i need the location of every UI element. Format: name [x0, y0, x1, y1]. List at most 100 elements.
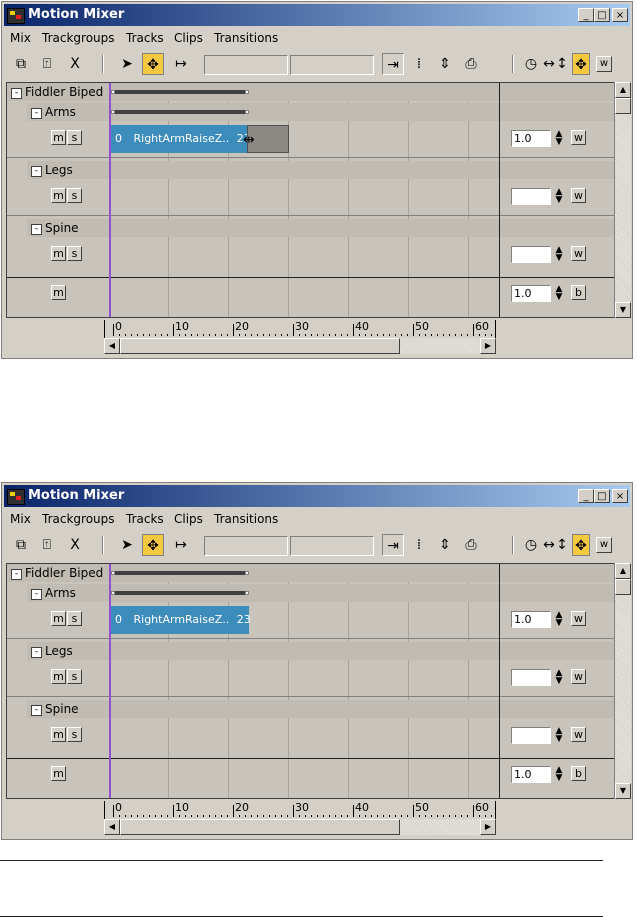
weight-toggle-button[interactable]: w: [596, 56, 612, 72]
range-handle[interactable]: [245, 110, 249, 114]
scroll-thumb[interactable]: [120, 819, 400, 835]
range-handle[interactable]: [245, 571, 249, 575]
mute-button[interactable]: m: [51, 130, 66, 145]
pan-vertical-icon[interactable]: ↕: [556, 534, 568, 556]
delete-button[interactable]: X: [64, 53, 86, 75]
vertical-scrollbar[interactable]: ▲ ▼: [614, 82, 631, 318]
maximize-button[interactable]: □: [594, 8, 610, 22]
scroll-left-icon[interactable]: ◀: [104, 819, 120, 835]
vertical-scrollbar[interactable]: ▲ ▼: [614, 563, 631, 799]
collapse-toggle[interactable]: -: [31, 224, 42, 235]
scroll-down-icon[interactable]: ▼: [615, 783, 631, 799]
weight-field[interactable]: 1.0: [511, 130, 551, 147]
weight-curve-button[interactable]: w: [571, 611, 586, 626]
menu-mix[interactable]: Mix: [10, 512, 31, 526]
weight-field[interactable]: [511, 246, 551, 263]
select-arrow-icon[interactable]: ➤: [116, 53, 138, 75]
minimize-button[interactable]: _: [578, 8, 594, 22]
weight-field[interactable]: 1.0: [511, 611, 551, 628]
zoom-vertical-icon[interactable]: ⇕: [434, 53, 456, 75]
weight-curve-button[interactable]: w: [571, 669, 586, 684]
print-icon[interactable]: ⎙: [460, 53, 482, 75]
collapse-toggle[interactable]: -: [31, 705, 42, 716]
mute-button[interactable]: m: [51, 285, 66, 300]
title-bar[interactable]: Motion Mixer _ □ ×: [4, 485, 630, 507]
time-ruler[interactable]: 0 10 20 30 40 50 60: [104, 320, 496, 340]
menu-trackgroups[interactable]: Trackgroups: [42, 512, 115, 526]
weight-toggle-button[interactable]: w: [596, 537, 612, 553]
range-handle[interactable]: [111, 90, 115, 94]
weight-spinner[interactable]: ▲ ▼: [553, 766, 565, 783]
weight-spinner[interactable]: ▲ ▼: [553, 669, 565, 686]
select-arrow-icon[interactable]: ➤: [116, 534, 138, 556]
range-handle[interactable]: [111, 110, 115, 114]
zoom-vertical-icon[interactable]: ⇕: [434, 534, 456, 556]
clip-right-arm-raise[interactable]: 0 RightArmRaiseZ.. 23: [111, 606, 251, 634]
solo-button[interactable]: s: [67, 669, 82, 684]
scroll-down-icon[interactable]: ▼: [615, 302, 631, 318]
scroll-thumb[interactable]: [615, 98, 631, 114]
time-slider-line[interactable]: [109, 83, 111, 317]
zoom-extents-icon[interactable]: ⁞: [408, 53, 430, 75]
scale-time-icon[interactable]: ↦: [170, 53, 192, 75]
balance-button[interactable]: b: [571, 285, 586, 300]
print-icon[interactable]: ⎙: [460, 534, 482, 556]
menu-trackgroups[interactable]: Trackgroups: [42, 31, 115, 45]
time-ruler[interactable]: 0 10 20 30 40 50 60: [104, 801, 496, 821]
collapse-toggle[interactable]: -: [31, 589, 42, 600]
weight-curve-button[interactable]: w: [571, 130, 586, 145]
solo-button[interactable]: s: [67, 246, 82, 261]
menu-clips[interactable]: Clips: [174, 31, 203, 45]
biped-icon[interactable]: ⍐: [36, 534, 58, 556]
maximize-button[interactable]: □: [594, 489, 610, 503]
menu-tracks[interactable]: Tracks: [126, 31, 164, 45]
range-handle[interactable]: [245, 90, 249, 94]
collapse-toggle[interactable]: -: [31, 166, 42, 177]
menu-transitions[interactable]: Transitions: [214, 512, 278, 526]
weight-curve-button[interactable]: w: [571, 727, 586, 742]
weight-spinner[interactable]: ▲ ▼: [553, 727, 565, 744]
horizontal-scrollbar[interactable]: ◀ ▶: [104, 338, 496, 354]
scroll-thumb[interactable]: [120, 338, 400, 354]
balance-button[interactable]: b: [571, 766, 586, 781]
scale-time-icon[interactable]: ↦: [170, 534, 192, 556]
move-icon[interactable]: ✥: [142, 534, 164, 556]
set-range-icon[interactable]: ⇥: [382, 53, 404, 75]
title-bar[interactable]: Motion Mixer _ □ ×: [4, 4, 630, 26]
solo-button[interactable]: s: [67, 611, 82, 626]
horizontal-scrollbar[interactable]: ◀ ▶: [104, 819, 496, 835]
weight-spinner[interactable]: ▲ ▼: [553, 188, 565, 205]
menu-tracks[interactable]: Tracks: [126, 512, 164, 526]
mute-button[interactable]: m: [51, 727, 66, 742]
weight-spinner[interactable]: ▲ ▼: [553, 246, 565, 263]
range-handle[interactable]: [111, 571, 115, 575]
collapse-toggle[interactable]: -: [31, 647, 42, 658]
frame-field[interactable]: [204, 536, 288, 556]
weight-field[interactable]: [511, 188, 551, 205]
collapse-toggle[interactable]: -: [11, 569, 22, 580]
pan-vertical-icon[interactable]: ↕: [556, 53, 568, 75]
trackgroup-icon[interactable]: ⧉: [10, 53, 32, 75]
weight-spinner[interactable]: ▲ ▼: [553, 285, 565, 302]
mute-button[interactable]: m: [51, 611, 66, 626]
mute-button[interactable]: m: [51, 766, 66, 781]
move-all-icon[interactable]: ✥: [572, 534, 590, 556]
time-slider-line[interactable]: [109, 564, 111, 798]
solo-button[interactable]: s: [67, 188, 82, 203]
frame-field-2[interactable]: [290, 55, 374, 75]
mute-button[interactable]: m: [51, 246, 66, 261]
scroll-right-icon[interactable]: ▶: [480, 338, 496, 354]
frame-field-2[interactable]: [290, 536, 374, 556]
scroll-left-icon[interactable]: ◀: [104, 338, 120, 354]
move-icon[interactable]: ✥: [142, 53, 164, 75]
weight-curve-button[interactable]: w: [571, 246, 586, 261]
solo-button[interactable]: s: [67, 727, 82, 742]
weight-spinner[interactable]: ▲ ▼: [553, 130, 565, 147]
biped-icon[interactable]: ⍐: [36, 53, 58, 75]
minimize-button[interactable]: _: [578, 489, 594, 503]
scroll-thumb[interactable]: [615, 579, 631, 595]
scroll-up-icon[interactable]: ▲: [615, 563, 631, 579]
weight-field[interactable]: [511, 727, 551, 744]
scroll-right-icon[interactable]: ▶: [480, 819, 496, 835]
scroll-up-icon[interactable]: ▲: [615, 82, 631, 98]
